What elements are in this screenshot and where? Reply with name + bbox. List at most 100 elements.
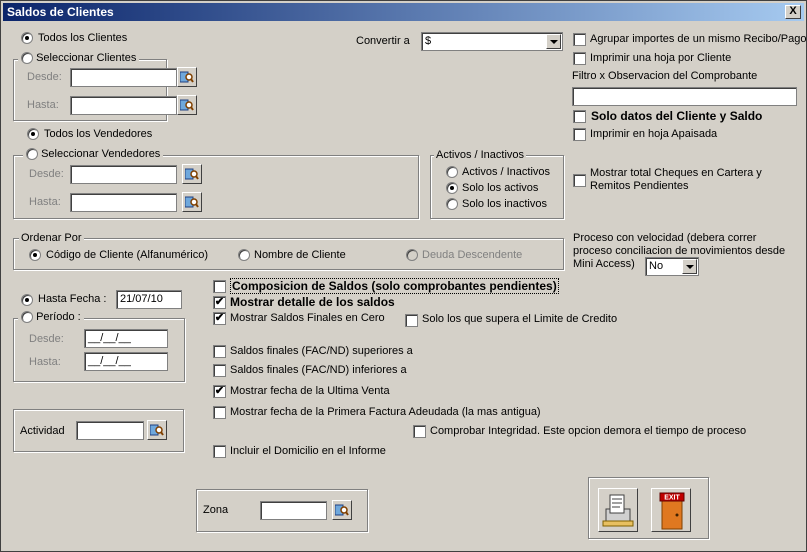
cheques-label-2: Remitos Pendientes [590, 180, 689, 192]
activos-option-2-radio[interactable] [446, 198, 458, 210]
zona-lookup-button[interactable] [332, 500, 352, 520]
vendedores-desde-input[interactable] [70, 165, 177, 184]
composicion-checkbox[interactable] [213, 280, 226, 293]
vendedores-desde-label: Desde: [29, 168, 64, 180]
ordenar-deuda-radio[interactable] [406, 249, 418, 261]
convertir-value: $ [425, 35, 432, 47]
exit-button[interactable]: EXIT [651, 488, 691, 532]
domicilio-checkbox[interactable] [213, 445, 226, 458]
convertir-select[interactable]: $ [421, 32, 563, 51]
filtro-input[interactable] [572, 87, 797, 106]
hasta-fecha-input[interactable]: 21/07/10 [116, 290, 182, 309]
printer-icon [602, 494, 634, 527]
agrupar-checkbox[interactable] [573, 33, 586, 46]
magnifier-icon [180, 99, 194, 111]
seleccionar-clientes-label: Seleccionar Clientes [36, 52, 137, 64]
main-window: Saldos de Clientes X Todos los Clientes … [0, 0, 807, 552]
activos-option-2-label: Solo los inactivos [462, 198, 547, 210]
proceso-label-2: proceso conciliacion de movimientos desd… [573, 245, 786, 257]
chevron-down-icon[interactable] [682, 259, 697, 274]
seleccionar-clientes-radio[interactable] [21, 52, 33, 65]
solo-datos-label: Solo datos del Cliente y Saldo [591, 109, 763, 123]
activos-option-1-label: Solo los activos [462, 182, 539, 194]
exit-door-icon: EXIT [659, 492, 685, 530]
inferiores-label: Saldos finales (FAC/ND) inferiores a [230, 364, 407, 376]
actividad-label: Actividad [20, 425, 65, 437]
proceso-select[interactable]: No [645, 257, 699, 276]
magnifier-icon [185, 196, 199, 208]
todos-vendedores-radio[interactable] [27, 128, 39, 140]
vendedores-hasta-input[interactable] [70, 193, 177, 212]
solo-datos-checkbox[interactable] [573, 110, 586, 123]
domicilio-label: Incluir el Domicilio en el Informe [230, 445, 386, 457]
periodo-desde-input[interactable]: __/__/__ [84, 329, 168, 348]
detalle-checkbox[interactable]: ✔ [213, 296, 226, 309]
apaisada-checkbox[interactable] [573, 128, 586, 141]
todos-vendedores-label: Todos los Vendedores [44, 128, 153, 140]
superiores-checkbox[interactable] [213, 345, 226, 358]
magnifier-icon [150, 424, 164, 436]
actividad-lookup-button[interactable] [147, 420, 167, 440]
primera-factura-label: Mostrar fecha de la Primera Factura Adeu… [230, 406, 541, 418]
ordenar-codigo-label: Código de Cliente (Alfanumérico) [46, 249, 209, 261]
detalle-label: Mostrar detalle de los saldos [230, 295, 395, 309]
window-title: Saldos de Clientes [7, 5, 114, 19]
cheques-checkbox[interactable] [573, 174, 586, 187]
supera-label: Solo los que supera el Limite de Credito [422, 313, 618, 325]
imprimir-hoja-checkbox[interactable] [573, 52, 586, 65]
proceso-value: No [649, 260, 664, 272]
cheques-label: Mostrar total Cheques en Cartera y [590, 167, 762, 179]
periodo-hasta-label: Hasta: [29, 356, 61, 368]
filtro-label: Filtro x Observacion del Comprobante [572, 70, 758, 82]
clientes-hasta-label: Hasta: [27, 99, 59, 111]
seleccionar-clientes-legend: Seleccionar Clientes [18, 52, 140, 65]
ordenar-nombre-radio[interactable] [238, 249, 250, 261]
clientes-desde-input[interactable] [70, 68, 177, 87]
hasta-fecha-radio[interactable] [21, 294, 33, 306]
title-bar: Saldos de Clientes X [3, 3, 804, 21]
magnifier-icon [185, 168, 199, 180]
vendedores-hasta-lookup-button[interactable] [182, 192, 202, 212]
chevron-down-icon[interactable] [546, 34, 561, 49]
clientes-hasta-input[interactable] [70, 96, 177, 115]
proceso-label-3: Mini Access) [573, 258, 635, 270]
ordenar-codigo-radio[interactable] [29, 249, 41, 261]
ultima-venta-checkbox[interactable]: ✔ [213, 385, 226, 398]
actividad-input[interactable] [76, 421, 144, 440]
clientes-desde-lookup-button[interactable] [177, 67, 197, 87]
periodo-label: Período : [36, 311, 81, 323]
vendedores-hasta-label: Hasta: [29, 196, 61, 208]
print-button[interactable] [598, 488, 638, 532]
zona-label: Zona [203, 504, 229, 516]
seleccionar-vendedores-legend: Seleccionar Vendedores [23, 148, 164, 161]
ordenar-deuda-label: Deuda Descendente [422, 249, 523, 261]
todos-clientes-radio[interactable] [21, 32, 33, 44]
seleccionar-vendedores-radio[interactable] [26, 148, 38, 161]
primera-factura-checkbox[interactable] [213, 406, 226, 419]
periodo-group [13, 318, 185, 382]
periodo-hasta-input[interactable]: __/__/__ [84, 352, 168, 371]
magnifier-icon [335, 504, 349, 516]
periodo-radio[interactable] [21, 311, 33, 324]
superiores-label: Saldos finales (FAC/ND) superiores a [230, 345, 413, 357]
activos-option-0-label: Activos / Inactivos [462, 166, 551, 178]
ordenar-title: Ordenar Por [19, 232, 84, 244]
activos-option-0-radio[interactable] [446, 166, 458, 178]
todos-clientes-label: Todos los Clientes [38, 32, 128, 44]
integridad-checkbox[interactable] [413, 425, 426, 438]
agrupar-label: Agrupar importes de un mismo Recibo/Pago [590, 33, 807, 45]
inferiores-checkbox[interactable] [213, 364, 226, 377]
periodo-legend: Período : [18, 311, 84, 324]
activos-option-1-radio[interactable] [446, 182, 458, 194]
supera-checkbox[interactable] [405, 314, 418, 327]
close-button[interactable]: X [785, 5, 801, 19]
proceso-label-1: Proceso con velocidad (debera correr [573, 232, 757, 244]
magnifier-icon [180, 71, 194, 83]
vendedores-desde-lookup-button[interactable] [182, 164, 202, 184]
apaisada-label: Imprimir en hoja Apaisada [590, 128, 718, 140]
zona-input[interactable] [260, 501, 327, 520]
composicion-label-wrap: Composicion de Saldos (solo comprobantes… [230, 278, 559, 294]
clientes-hasta-lookup-button[interactable] [177, 95, 197, 115]
ordenar-nombre-label: Nombre de Cliente [254, 249, 346, 261]
finales-cero-checkbox[interactable]: ✔ [213, 312, 226, 325]
